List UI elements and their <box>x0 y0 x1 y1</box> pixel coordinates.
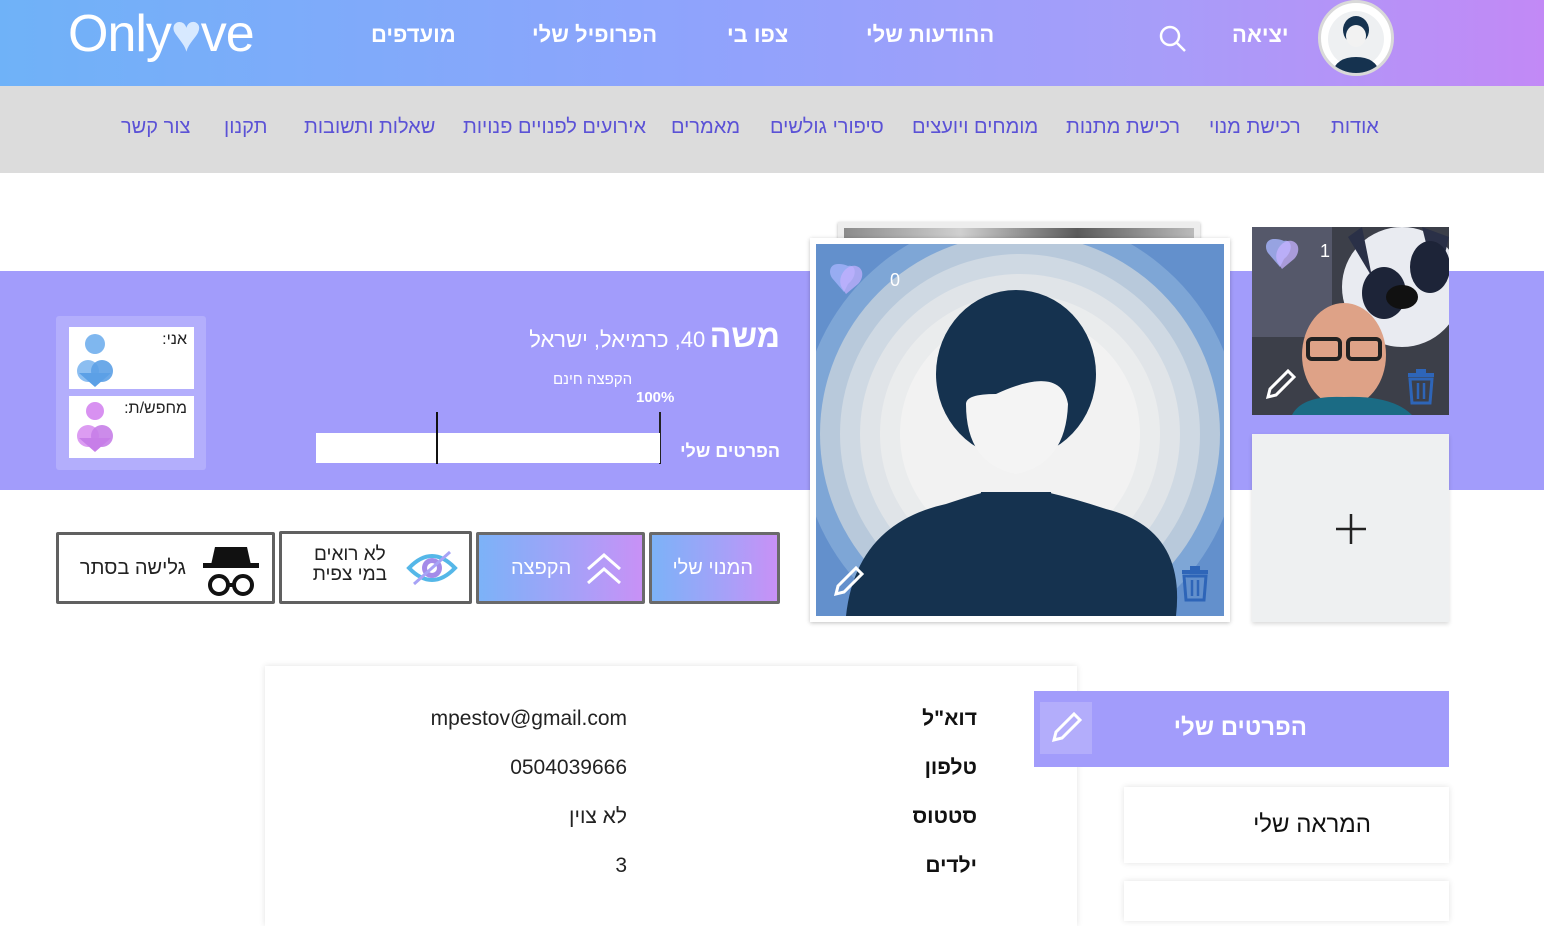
thumbnail-heart-icon[interactable] <box>1264 237 1302 271</box>
value-email: mpestov@gmail.com <box>430 707 627 730</box>
delete-photo-icon[interactable] <box>1178 564 1212 602</box>
main-photo-card[interactable]: 0 <box>810 238 1230 622</box>
subnav-experts[interactable]: מומחים ויועצים <box>912 116 1038 139</box>
sidebar-my-appearance[interactable]: המראה שלי <box>1124 787 1449 863</box>
sidebar-my-details[interactable]: הפרטים שלי <box>1034 691 1449 767</box>
search-icon[interactable] <box>1158 24 1188 54</box>
boost-percent: 100% <box>636 389 675 406</box>
top-header: Only♥ve מועדפים הפרופיל שלי צפו בי ההודע… <box>0 0 1544 86</box>
subnav-events[interactable]: אירועים לפנויים פנויות <box>463 116 646 139</box>
invisible-viewing-button[interactable]: לא רואים במי צפית <box>279 531 472 604</box>
label-children: ילדים <box>925 854 977 877</box>
add-photo-button[interactable] <box>1252 434 1449 622</box>
boost-label: הקפצה חינם <box>553 371 633 388</box>
value-status: לא צוין <box>569 805 627 828</box>
secondary-nav: אודות רכישת מנוי רכישת מתנות מומחים ויוע… <box>0 86 1544 173</box>
label-phone: טלפון <box>924 756 977 779</box>
progress-label: הפרטים שלי <box>680 441 780 461</box>
thumbnail-delete-icon[interactable] <box>1404 367 1438 405</box>
edit-details-button[interactable] <box>1040 702 1092 754</box>
female-icon <box>77 402 113 452</box>
main-photo-likes: 0 <box>890 270 901 290</box>
likes-heart-icon[interactable] <box>828 262 866 296</box>
details-card: דוא"ל mpestov@gmail.com טלפון 0504039666… <box>265 666 1077 926</box>
nav-my-profile[interactable]: הפרופיל שלי <box>532 22 657 48</box>
progress-marker-current <box>436 412 438 464</box>
label-status: סטטוס <box>912 805 977 828</box>
main-photo <box>816 244 1224 616</box>
subnav-about[interactable]: אודות <box>1331 116 1379 139</box>
profile-progress-bar <box>316 433 660 463</box>
user-avatar[interactable] <box>1318 0 1394 76</box>
nav-favorites[interactable]: מועדפים <box>371 22 456 48</box>
value-children: 3 <box>615 854 627 877</box>
eye-icon <box>406 550 458 586</box>
my-subscription-button[interactable]: המנוי שלי <box>649 532 780 604</box>
incognito-icon <box>203 547 259 596</box>
logout-link[interactable]: יציאה <box>1232 22 1289 48</box>
boost-button[interactable]: הקפצה <box>476 532 645 604</box>
plus-icon <box>1336 514 1366 544</box>
subnav-terms[interactable]: תקנון <box>224 116 267 139</box>
subnav-stories[interactable]: סיפורי גולשים <box>770 116 884 139</box>
incognito-browsing-button[interactable]: גלישה בסתר <box>56 532 275 604</box>
thumbnail-edit-icon[interactable] <box>1262 367 1298 403</box>
sidebar-next-item[interactable] <box>1124 881 1449 921</box>
male-icon <box>77 334 113 387</box>
preferences-card: אני: מחפש/ת: <box>56 316 206 470</box>
logo[interactable]: Only♥ve <box>68 4 255 64</box>
subnav-faq[interactable]: שאלות ותשובות <box>304 116 435 139</box>
profile-header: משה 40, כרמיאל, ישראל <box>529 318 780 355</box>
me-box: אני: <box>69 327 194 389</box>
thumbnail-likes: 1 <box>1320 241 1331 261</box>
edit-photo-icon[interactable] <box>830 564 866 600</box>
value-phone: 0504039666 <box>510 756 627 779</box>
subnav-buy-subscription[interactable]: רכישת מנוי <box>1209 116 1301 139</box>
double-chevron-up-icon <box>587 553 621 585</box>
thumbnail-photo[interactable]: 1 <box>1252 227 1449 415</box>
pencil-icon <box>1051 711 1083 743</box>
subnav-contact[interactable]: צור קשר <box>121 116 190 139</box>
nav-my-messages[interactable]: ההודעות שלי <box>866 22 994 48</box>
nav-viewed-me[interactable]: צפו בי <box>727 22 788 48</box>
seeking-box: מחפש/ת: <box>69 396 194 458</box>
subnav-buy-gifts[interactable]: רכישת מתנות <box>1066 116 1180 139</box>
subnav-articles[interactable]: מאמרים <box>671 116 740 139</box>
profile-name: משה <box>709 318 780 354</box>
logo-heart-icon: ♥ <box>170 5 202 63</box>
profile-details: 40, כרמיאל, ישראל <box>529 327 706 352</box>
label-email: דוא"ל <box>922 707 977 730</box>
